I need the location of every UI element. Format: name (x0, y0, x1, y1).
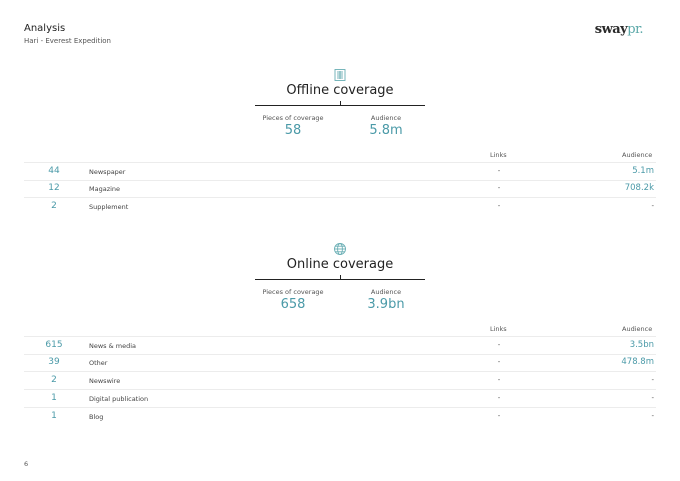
offline-pieces-value: 58 (284, 123, 302, 138)
table-row: 44 Newspaper - 5.1m (24, 162, 656, 181)
logo-part-2: pr. (627, 22, 643, 37)
offline-links-header: Links (490, 151, 507, 159)
row-links: - (497, 341, 501, 349)
row-count: 2 (51, 375, 57, 385)
table-row: 2 Supplement - - (24, 198, 656, 215)
row-audience: - (651, 202, 654, 210)
logo-part-1: sway (594, 22, 628, 37)
row-count: 615 (45, 340, 63, 350)
online-audience-header: Audience (622, 325, 653, 333)
table-row: 615 News & media - 3.5bn (24, 336, 656, 355)
offline-pieces-label: Pieces of coverage (262, 114, 324, 122)
row-links: - (497, 184, 501, 192)
online-pieces-stat: Pieces of coverage 658 (243, 288, 343, 312)
row-count: 12 (48, 183, 60, 193)
swaypr-logo: swaypr. (594, 22, 644, 37)
table-row: 12 Magazine - 708.2k (24, 180, 656, 198)
row-links: - (497, 167, 501, 175)
row-name: Digital publication (89, 395, 149, 403)
row-name: News & media (89, 342, 137, 350)
online-title-tick (340, 275, 341, 279)
offline-coverage-title: Offline coverage (286, 83, 394, 98)
row-audience: 3.5bn (629, 340, 654, 350)
online-pieces-value: 658 (280, 297, 306, 312)
page-subtitle: Hari - Everest Expedition (24, 37, 111, 45)
row-audience: - (651, 376, 654, 384)
page-number: 6 (24, 460, 29, 468)
row-audience: - (651, 412, 654, 420)
table-row: 1 Blog - - (24, 408, 656, 425)
online-links-header: Links (490, 325, 507, 333)
offline-audience-header: Audience (622, 151, 653, 159)
row-links: - (497, 394, 501, 402)
row-links: - (497, 358, 501, 366)
row-audience: 5.1m (632, 166, 654, 176)
online-pieces-label: Pieces of coverage (262, 288, 324, 296)
offline-title-tick (340, 101, 341, 105)
row-count: 39 (48, 357, 60, 367)
table-row: 1 Digital publication - - (24, 390, 656, 408)
online-audience-stat: Audience 3.9bn (336, 288, 436, 312)
offline-audience-stat: Audience 5.8m (336, 114, 436, 138)
online-coverage-title: Online coverage (286, 257, 394, 272)
row-count: 2 (51, 201, 57, 211)
row-audience: - (651, 394, 654, 402)
row-links: - (497, 412, 501, 420)
row-audience: 478.8m (621, 357, 654, 367)
row-audience: 708.2k (624, 183, 654, 193)
row-name: Newswire (89, 377, 121, 385)
table-row: 39 Other - 478.8m (24, 354, 656, 372)
online-audience-value: 3.9bn (367, 297, 405, 312)
row-name: Magazine (89, 185, 121, 193)
offline-audience-value: 5.8m (369, 123, 403, 138)
globe-icon (333, 241, 347, 255)
row-name: Newspaper (89, 168, 126, 176)
page-title: Analysis (24, 23, 66, 34)
row-count: 44 (48, 166, 60, 176)
row-name: Blog (89, 413, 104, 421)
offline-audience-label: Audience (370, 114, 402, 122)
row-links: - (497, 376, 501, 384)
row-name: Other (89, 359, 108, 367)
offline-title-rule (255, 105, 425, 106)
row-links: - (497, 202, 501, 210)
row-count: 1 (51, 411, 57, 421)
row-name: Supplement (89, 203, 129, 211)
offline-pieces-stat: Pieces of coverage 58 (243, 114, 343, 138)
table-row: 2 Newswire - - (24, 372, 656, 390)
newspaper-icon (333, 67, 347, 81)
online-title-rule (255, 279, 425, 280)
online-audience-label: Audience (370, 288, 402, 296)
row-count: 1 (51, 393, 57, 403)
